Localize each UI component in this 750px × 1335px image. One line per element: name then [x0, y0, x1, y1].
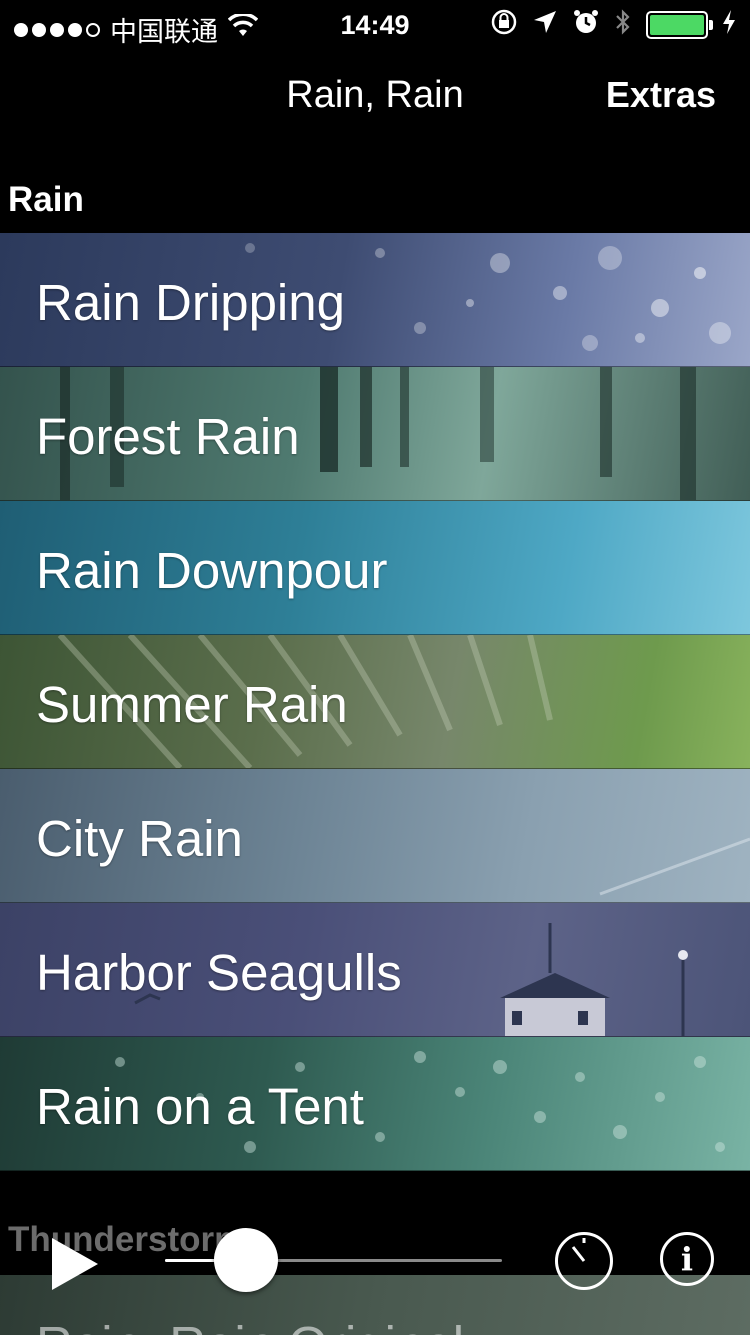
list-item-rain-on-a-tent[interactable]: Rain on a Tent: [0, 1037, 750, 1171]
status-right: [490, 8, 736, 41]
charging-bolt-icon: [722, 9, 736, 40]
info-icon[interactable]: i: [660, 1232, 714, 1286]
rain-list: Rain Dripping Forest Rain Rain Downpour …: [0, 233, 750, 1171]
list-item-label: Rain, Rain Original: [36, 1315, 464, 1335]
extras-button[interactable]: Extras: [606, 74, 716, 116]
timer-icon[interactable]: [555, 1232, 613, 1290]
list-item-forest-rain[interactable]: Forest Rain: [0, 367, 750, 501]
alarm-icon: [572, 8, 600, 41]
status-bar: 中国联通 14:49: [0, 0, 750, 50]
list-item-rain-dripping[interactable]: Rain Dripping: [0, 233, 750, 367]
list-item-label: Rain on a Tent: [36, 1078, 364, 1135]
player-controls: i: [0, 1210, 750, 1310]
list-item-label: City Rain: [36, 810, 243, 867]
section-header-rain: Rain: [8, 180, 84, 219]
nav-bar: Rain, Rain Extras: [0, 62, 750, 134]
play-icon[interactable]: [52, 1238, 98, 1290]
list-item-harbor-seagulls[interactable]: Harbor Seagulls: [0, 903, 750, 1037]
list-item-label: Rain Dripping: [36, 274, 345, 331]
battery-icon: [646, 10, 713, 39]
list-item-rain-downpour[interactable]: Rain Downpour: [0, 501, 750, 635]
rotation-lock-icon: [490, 8, 518, 41]
list-item-label: Forest Rain: [36, 408, 300, 465]
list-item-label: Harbor Seagulls: [36, 944, 402, 1001]
list-item-summer-rain[interactable]: Summer Rain: [0, 635, 750, 769]
location-arrow-icon: [532, 9, 558, 40]
list-item-label: Rain Downpour: [36, 542, 388, 599]
list-item-city-rain[interactable]: City Rain: [0, 769, 750, 903]
list-item-label: Summer Rain: [36, 676, 348, 733]
slider-thumb[interactable]: [213, 1228, 278, 1292]
bluetooth-icon: [614, 8, 632, 41]
